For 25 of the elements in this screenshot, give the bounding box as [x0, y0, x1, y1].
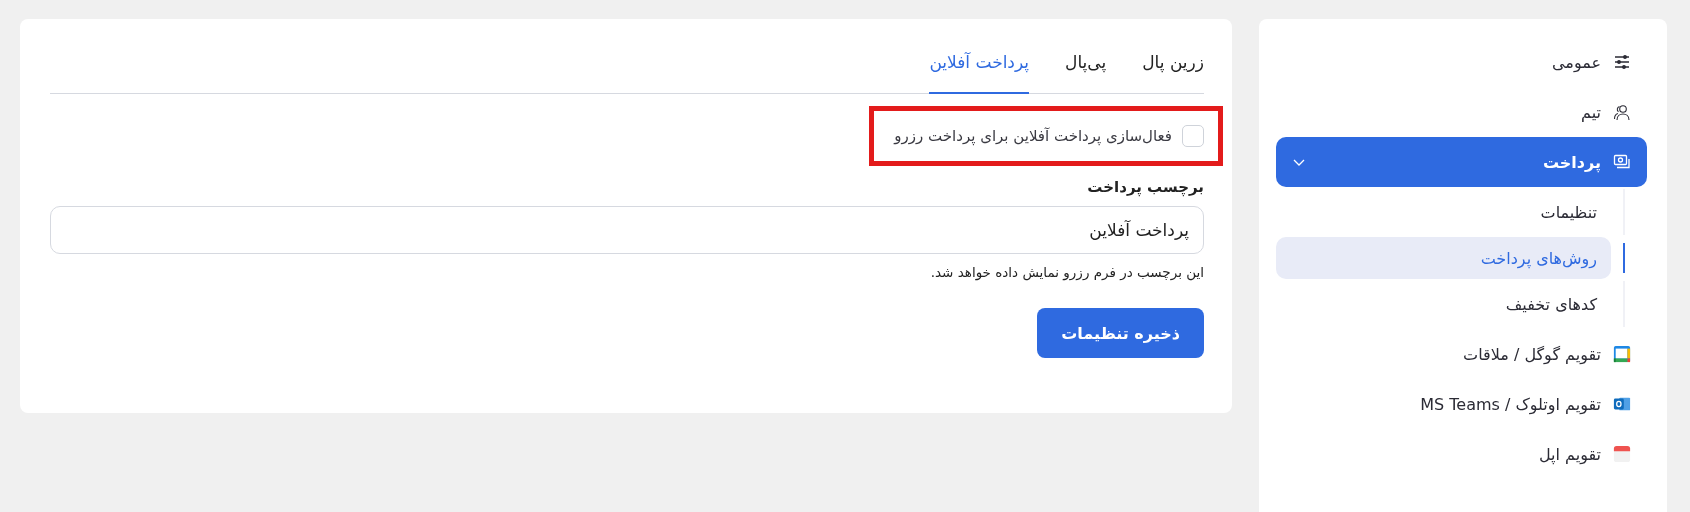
- sidebar-item[interactable]: تقویم اوتلوک / MS Teams: [1276, 379, 1647, 429]
- sidebar-item[interactable]: تقویم گوگل / ملاقات: [1276, 329, 1647, 379]
- users-icon: [1613, 103, 1631, 121]
- checkbox[interactable]: [1182, 125, 1204, 147]
- tab[interactable]: زرین پال: [1142, 52, 1204, 94]
- checkbox-label: فعال‌سازی پرداخت آفلاین برای پرداخت رزرو: [894, 127, 1172, 145]
- sliders-icon: [1613, 53, 1631, 71]
- input-field[interactable]: پرداخت آفلاین: [50, 206, 1204, 254]
- sidebar-subitem[interactable]: روش‌های پرداخت: [1276, 237, 1611, 279]
- field-label: برچسب پرداخت: [1086, 178, 1204, 196]
- calendar-icon: [1613, 345, 1631, 363]
- sidebar-subitem[interactable]: کدهای تخفیف: [1276, 281, 1611, 327]
- sidebar-item[interactable]: تیم: [1276, 87, 1647, 137]
- sidebar-item[interactable]: عمومی: [1276, 37, 1647, 87]
- sidebar-item[interactable]: تقویم اپل: [1276, 429, 1647, 479]
- sidebar-subitem[interactable]: تنظیمات: [1276, 189, 1611, 235]
- selection-indicator: [1623, 243, 1625, 273]
- mail-calendar-icon: [1613, 395, 1631, 413]
- save-button[interactable]: ذخیره تنظیمات: [1037, 308, 1204, 358]
- sidebar-item[interactable]: پرداخت: [1276, 137, 1647, 187]
- tab[interactable]: پی‌پال: [1065, 52, 1107, 94]
- tab[interactable]: پرداخت آفلاین: [929, 52, 1030, 94]
- calendar-icon: [1613, 445, 1631, 463]
- payment-icon: [1613, 153, 1631, 171]
- help-text: این برچسب در فرم رزرو نمایش داده خواهد شد.: [929, 264, 1204, 280]
